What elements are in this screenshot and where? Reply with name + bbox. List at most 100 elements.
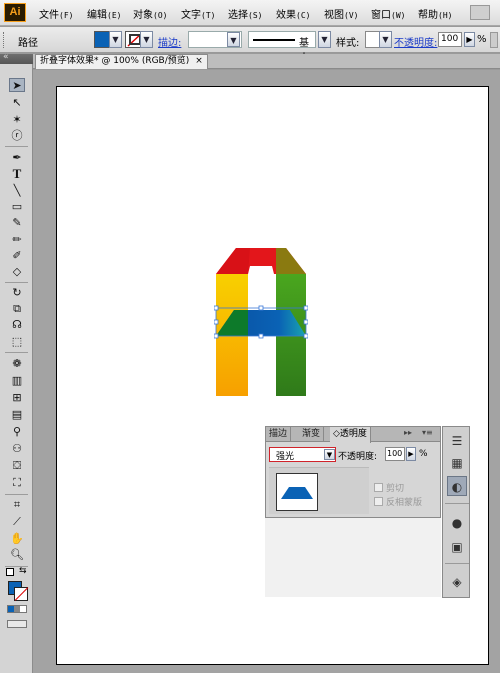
red-left-fold xyxy=(216,248,250,274)
document-tab-strip: 折叠字体效果* @ 100% (RGB/预览) × xyxy=(33,54,500,69)
panel-tab-bar: 描边 渐变 ◇透明度 ▸▸ ▾≡ xyxy=(266,427,440,443)
stroke-panel-icon[interactable]: ☰ xyxy=(447,431,467,451)
dock-separator xyxy=(445,503,469,504)
free-transform-tool-icon[interactable]: ⬚ xyxy=(9,335,25,349)
menu-window[interactable]: 窗口(W) xyxy=(371,6,405,21)
stroke-panel-link[interactable]: 描边: xyxy=(158,34,181,49)
live-paint-selection-tool-icon[interactable]: ⛶ xyxy=(9,476,25,490)
appearance-panel-icon[interactable]: ● xyxy=(447,513,467,533)
drawing-mode-icon[interactable] xyxy=(7,620,27,628)
zoom-tool-icon[interactable]: 🔍︎ xyxy=(9,548,25,562)
opacity-percent: % xyxy=(477,34,487,45)
document-tab-title: 折叠字体效果* @ 100% (RGB/预览) xyxy=(40,56,190,66)
panel-opacity-input[interactable]: 100 xyxy=(385,447,405,461)
panel-opacity-label: 不透明度: xyxy=(338,452,378,462)
pencil-tool-icon[interactable]: ✏ xyxy=(9,233,25,247)
tab-gradient[interactable]: 渐变 xyxy=(299,427,325,442)
direct-selection-tool-icon[interactable]: ↖ xyxy=(9,96,25,110)
opacity-panel-link[interactable]: 不透明度: xyxy=(394,34,437,49)
menu-type[interactable]: 文字(T) xyxy=(181,6,215,21)
tools-separator xyxy=(5,146,28,147)
scale-tool-icon[interactable]: ⧉ xyxy=(9,302,25,316)
blend-tool-icon[interactable]: ⚇ xyxy=(9,442,25,456)
panel-dock: ☰ ▦ ◐ ● ▣ ◈ xyxy=(442,426,470,598)
tools-separator xyxy=(5,352,28,353)
default-colors-icon[interactable] xyxy=(6,568,14,576)
gradient-panel-icon[interactable]: ▦ xyxy=(447,453,467,473)
tab-transparency[interactable]: ◇透明度 xyxy=(330,427,371,443)
stroke-color-icon[interactable] xyxy=(14,587,28,601)
menu-select[interactable]: 选择(S) xyxy=(228,6,262,21)
gradient-tool-icon[interactable]: ▤ xyxy=(9,408,25,422)
menu-help[interactable]: 帮助(H) xyxy=(418,6,452,21)
object-thumbnail[interactable] xyxy=(276,473,318,511)
menu-object[interactable]: 对象(O) xyxy=(133,6,167,21)
olive-right-fold xyxy=(276,248,306,274)
slice-tool-icon[interactable]: ⟋ xyxy=(9,515,25,529)
stroke-weight-dropdown[interactable]: ▼ xyxy=(227,32,240,47)
fill-color-dropdown[interactable]: ▼ xyxy=(109,31,122,48)
layers-panel-icon[interactable]: ◈ xyxy=(447,572,467,592)
opacity-input[interactable]: 100 xyxy=(438,32,462,47)
tools-panel-header[interactable] xyxy=(0,52,33,64)
control-bar-grip[interactable] xyxy=(3,32,6,48)
graphic-style-dropdown[interactable]: ▼ xyxy=(379,31,392,48)
clip-option[interactable]: 剪切 xyxy=(374,481,404,494)
app-logo: Ai xyxy=(4,3,26,22)
panel-collapse-icon[interactable]: ▸▸ xyxy=(404,428,412,437)
artboard-tool-icon[interactable]: ⌗ xyxy=(9,498,25,512)
blend-mode-select[interactable]: 强光 ▼ xyxy=(269,447,336,462)
warp-tool-icon[interactable]: ☊ xyxy=(9,318,25,332)
panel-menu-icon[interactable]: ▾≡ xyxy=(422,428,433,437)
hand-tool-icon[interactable]: ✋ xyxy=(9,532,25,546)
panel-opacity-percent: % xyxy=(419,449,428,459)
eyedropper-tool-icon[interactable]: ⚲ xyxy=(9,425,25,439)
menu-view[interactable]: 视图(V) xyxy=(324,6,358,21)
tools-separator xyxy=(5,282,28,283)
live-paint-tool-icon[interactable]: ⛋ xyxy=(9,459,25,473)
paintbrush-tool-icon[interactable]: ✎ xyxy=(9,216,25,230)
variable-width-profile[interactable]: 基本 xyxy=(248,31,316,64)
menu-effect[interactable]: 效果(C) xyxy=(276,6,310,21)
line-tool-icon[interactable]: ╲ xyxy=(9,184,25,198)
pen-tool-icon[interactable]: ✒ xyxy=(9,151,25,165)
symbol-sprayer-tool-icon[interactable]: ❁ xyxy=(9,357,25,371)
blend-mode-value: 强光 xyxy=(276,452,295,462)
blob-brush-tool-icon[interactable]: ✐ xyxy=(9,249,25,263)
selection-type-label: 路径 xyxy=(18,38,38,49)
color-mode-icon[interactable] xyxy=(7,605,27,613)
stroke-color-dropdown[interactable]: ▼ xyxy=(140,31,153,48)
selection-tool-icon[interactable]: ➤ xyxy=(9,78,25,92)
document-tab[interactable]: 折叠字体效果* @ 100% (RGB/预览) × xyxy=(35,54,208,69)
profile-line-preview xyxy=(253,39,295,41)
clip-checkbox[interactable] xyxy=(374,483,383,492)
menu-bar-extra-icon[interactable] xyxy=(470,5,490,20)
panel-background-area xyxy=(265,517,441,597)
swap-colors-icon[interactable]: ⇆ xyxy=(19,566,27,576)
panel-opacity-slider-button[interactable]: ▶ xyxy=(406,447,416,461)
blend-mode-dropdown-icon[interactable]: ▼ xyxy=(324,449,335,460)
letter-counter xyxy=(248,274,276,308)
stroke-weight-input[interactable]: ▼ xyxy=(188,31,242,48)
magic-wand-tool-icon[interactable]: ✶ xyxy=(9,113,25,127)
mesh-tool-icon[interactable]: ⊞ xyxy=(9,391,25,405)
thumbnail-shape xyxy=(281,487,313,499)
tab-stroke[interactable]: 描边 xyxy=(266,427,292,442)
eraser-tool-icon[interactable]: ◇ xyxy=(9,265,25,279)
rectangle-tool-icon[interactable]: ▭ xyxy=(9,200,25,214)
lasso-tool-icon[interactable]: ⓡ xyxy=(9,129,25,143)
menu-file[interactable]: 文件(F) xyxy=(39,6,73,21)
transparency-panel-icon[interactable]: ◐ xyxy=(447,476,467,496)
invert-mask-checkbox[interactable] xyxy=(374,497,383,506)
folded-letter-artwork[interactable] xyxy=(214,246,308,398)
profile-dropdown[interactable]: ▼ xyxy=(318,31,331,48)
opacity-slider-button[interactable]: ▶ xyxy=(464,32,475,47)
close-tab-icon[interactable]: × xyxy=(195,56,203,66)
control-bar-menu-button[interactable] xyxy=(490,32,498,48)
type-tool-icon[interactable]: T xyxy=(9,167,25,181)
invert-mask-option[interactable]: 反相蒙版 xyxy=(374,495,422,508)
column-graph-tool-icon[interactable]: ▥ xyxy=(9,374,25,388)
rotate-tool-icon[interactable]: ↻ xyxy=(9,286,25,300)
graphic-styles-panel-icon[interactable]: ▣ xyxy=(447,537,467,557)
menu-edit[interactable]: 编辑(E) xyxy=(87,6,121,21)
